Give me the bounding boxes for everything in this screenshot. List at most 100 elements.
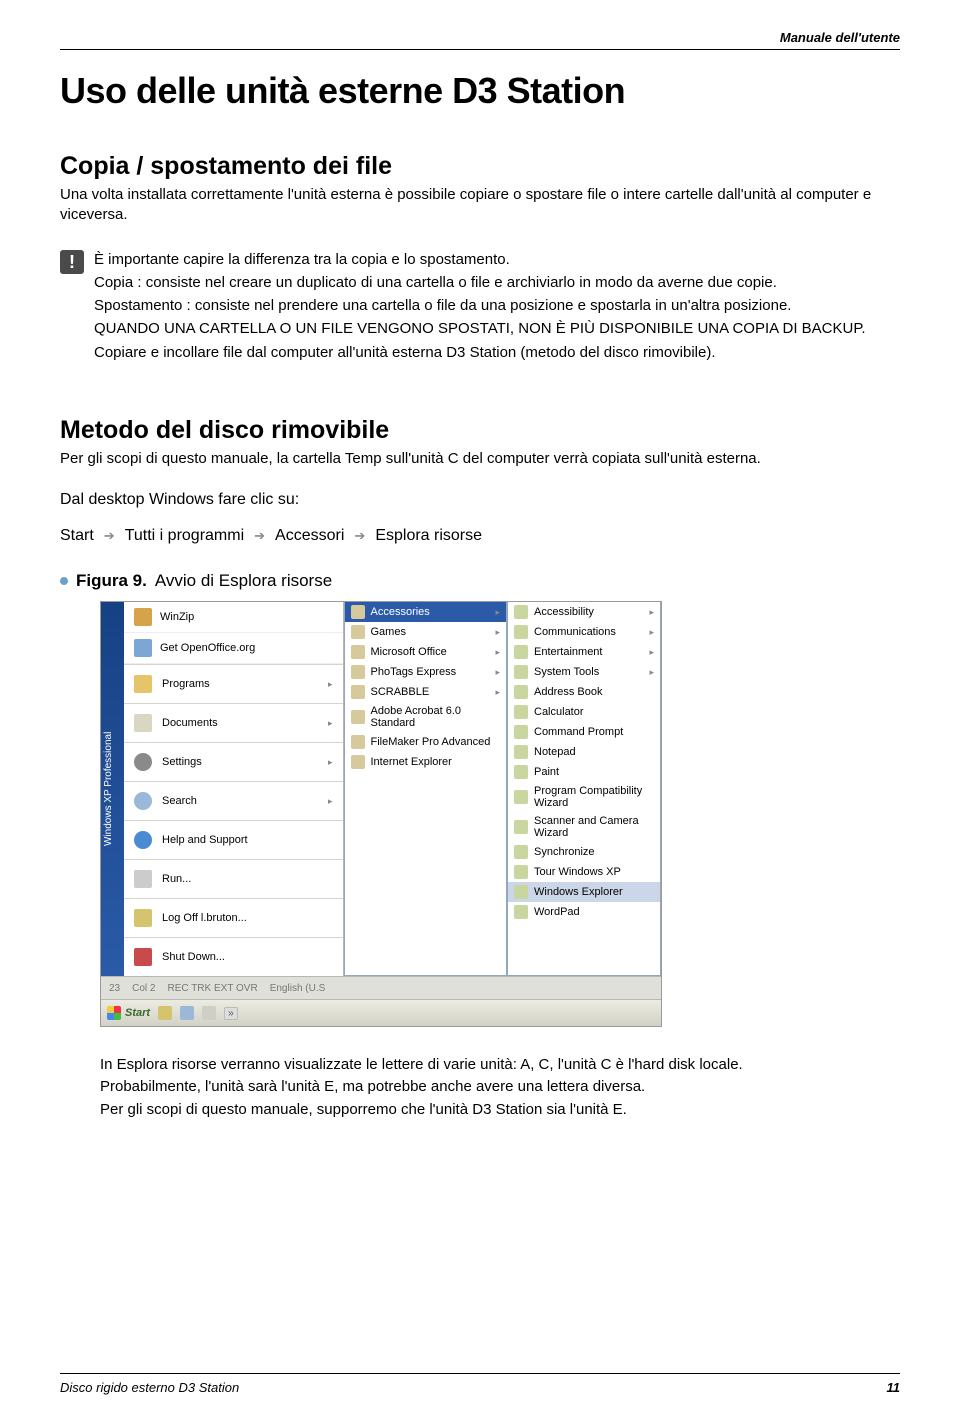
menu-item-label: Program Compatibility Wizard xyxy=(534,785,654,809)
start-item[interactable]: Help and Support xyxy=(124,820,343,859)
accessories-menu-item[interactable]: WordPad xyxy=(508,902,660,922)
section2-heading: Metodo del disco rimovibile xyxy=(60,416,900,445)
arrow-icon: ➔ xyxy=(354,528,365,544)
start-item[interactable]: Run... xyxy=(124,859,343,898)
menu-item-label: Command Prompt xyxy=(534,726,623,738)
desktop-note: Dal desktop Windows fare clic su: xyxy=(60,491,900,509)
menu-item-label: Scanner and Camera Wizard xyxy=(534,815,654,839)
folder-icon xyxy=(351,755,365,769)
accessories-menu-item[interactable]: Tour Windows XP xyxy=(508,862,660,882)
menu-item-label: Calculator xyxy=(534,706,584,718)
program-icon xyxy=(514,625,528,639)
folder-icon xyxy=(351,625,365,639)
program-icon xyxy=(514,725,528,739)
accessories-menu-item[interactable]: Communications ▸ xyxy=(508,622,660,642)
page-title: Uso delle unità esterne D3 Station xyxy=(60,70,900,112)
menu-item-label: Paint xyxy=(534,766,559,778)
menu-item-label: System Tools xyxy=(534,666,599,678)
submenu-arrow-icon: ▸ xyxy=(495,627,500,638)
start-item-label: Programs xyxy=(162,678,210,690)
submenu-arrow-icon: ▸ xyxy=(649,627,654,638)
program-icon xyxy=(514,905,528,919)
menu-item-label: Accessories xyxy=(371,606,430,618)
accessories-menu-item[interactable]: Windows Explorer xyxy=(508,882,660,902)
folder-icon xyxy=(351,665,365,679)
screenshot-start-menu: Windows XP Professional WinZip Get OpenO… xyxy=(100,601,662,1027)
section1-intro: Una volta installata correttamente l'uni… xyxy=(60,185,900,226)
accessories-menu-item[interactable]: Calculator xyxy=(508,702,660,722)
power-icon xyxy=(134,948,152,966)
program-icon xyxy=(514,685,528,699)
program-icon xyxy=(514,820,528,834)
arrow-icon: ➔ xyxy=(104,528,115,544)
start-item[interactable]: Get OpenOffice.org xyxy=(124,633,343,664)
taskbar-icon[interactable] xyxy=(158,1006,172,1020)
start-item[interactable]: Search▸ xyxy=(124,781,343,820)
start-item[interactable]: Settings▸ xyxy=(124,742,343,781)
programs-menu-item[interactable]: Internet Explorer xyxy=(345,752,507,772)
menu-item-label: Adobe Acrobat 6.0 Standard xyxy=(371,705,501,729)
start-item[interactable]: Shut Down... xyxy=(124,937,343,976)
accessories-submenu: Accessibility▸Communications▸Entertainme… xyxy=(507,602,661,976)
programs-menu-item[interactable]: Accessories ▸ xyxy=(345,602,507,622)
accessories-menu-item[interactable]: Program Compatibility Wizard xyxy=(508,782,660,812)
status-flags: REC TRK EXT OVR xyxy=(167,983,257,994)
manual-header: Manuale dell'utente xyxy=(60,30,900,50)
submenu-arrow-icon: ▸ xyxy=(649,667,654,678)
accessories-menu-item[interactable]: Scanner and Camera Wizard xyxy=(508,812,660,842)
footer-left: Disco rigido esterno D3 Station xyxy=(60,1380,239,1395)
menu-item-label: Synchronize xyxy=(534,846,595,858)
start-button[interactable]: Start xyxy=(107,1006,150,1020)
start-item[interactable]: Log Off l.bruton... xyxy=(124,898,343,937)
start-item[interactable]: Documents▸ xyxy=(124,703,343,742)
menu-item-label: WordPad xyxy=(534,906,580,918)
status-lang: English (U.S xyxy=(270,983,326,994)
menu-item-label: Microsoft Office xyxy=(371,646,447,658)
nav-path: Start ➔ Tutti i programmi ➔ Accessori ➔ … xyxy=(60,527,900,545)
start-item[interactable]: WinZip xyxy=(124,602,343,633)
programs-menu-item[interactable]: Adobe Acrobat 6.0 Standard xyxy=(345,702,507,732)
alert-p3: Spostamento : consiste nel prendere una … xyxy=(94,296,866,316)
folder-icon xyxy=(351,685,365,699)
accessories-menu-item[interactable]: Command Prompt xyxy=(508,722,660,742)
accessories-menu-item[interactable]: Paint xyxy=(508,762,660,782)
accessories-menu-item[interactable]: System Tools ▸ xyxy=(508,662,660,682)
taskbar-icon[interactable] xyxy=(180,1006,194,1020)
submenu-arrow-icon: ▸ xyxy=(649,647,654,658)
run-icon xyxy=(134,870,152,888)
programs-menu-item[interactable]: FileMaker Pro Advanced xyxy=(345,732,507,752)
menu-item-label: FileMaker Pro Advanced xyxy=(371,736,491,748)
submenu-arrow-icon: ▸ xyxy=(495,607,500,618)
submenu-arrow-icon: ▸ xyxy=(328,679,333,690)
accessories-menu-item[interactable]: Notepad xyxy=(508,742,660,762)
program-icon xyxy=(514,645,528,659)
programs-menu-item[interactable]: Games▸ xyxy=(345,622,507,642)
section1-heading: Copia / spostamento dei file xyxy=(60,152,900,181)
after-p2: Probabilmente, l'unità sarà l'unità E, m… xyxy=(100,1077,900,1097)
folder-icon xyxy=(351,645,365,659)
accessories-menu-item[interactable]: Address Book xyxy=(508,682,660,702)
start-item[interactable]: Programs ▸ xyxy=(124,664,343,703)
menu-item-label: Notepad xyxy=(534,746,576,758)
taskbar-expand[interactable]: » xyxy=(224,1007,238,1020)
accessories-menu-item[interactable]: Accessibility▸ xyxy=(508,602,660,622)
start-item-label: Help and Support xyxy=(162,834,248,846)
programs-menu-item[interactable]: PhoTags Express▸ xyxy=(345,662,507,682)
start-item-label: Run... xyxy=(162,873,191,885)
accessories-menu-item[interactable]: Entertainment▸ xyxy=(508,642,660,662)
menu-item-label: Tour Windows XP xyxy=(534,866,621,878)
alert-p2: Copia : consiste nel creare un duplicato… xyxy=(94,273,866,293)
accessories-menu-item[interactable]: Synchronize xyxy=(508,842,660,862)
page-footer: Disco rigido esterno D3 Station 11 xyxy=(60,1373,900,1395)
taskbar-icon[interactable] xyxy=(202,1006,216,1020)
menu-item-label: Communications xyxy=(534,626,616,638)
folder-icon xyxy=(351,605,365,619)
bullet-icon xyxy=(60,577,68,585)
status-col: Col 2 xyxy=(132,983,155,994)
taskbar: Start » xyxy=(101,999,661,1026)
menu-item-label: Windows Explorer xyxy=(534,886,623,898)
submenu-arrow-icon: ▸ xyxy=(495,667,500,678)
programs-menu-item[interactable]: Microsoft Office▸ xyxy=(345,642,507,662)
start-menu-column: WinZip Get OpenOffice.org Programs ▸ Docum… xyxy=(124,602,344,976)
programs-menu-item[interactable]: SCRABBLE▸ xyxy=(345,682,507,702)
